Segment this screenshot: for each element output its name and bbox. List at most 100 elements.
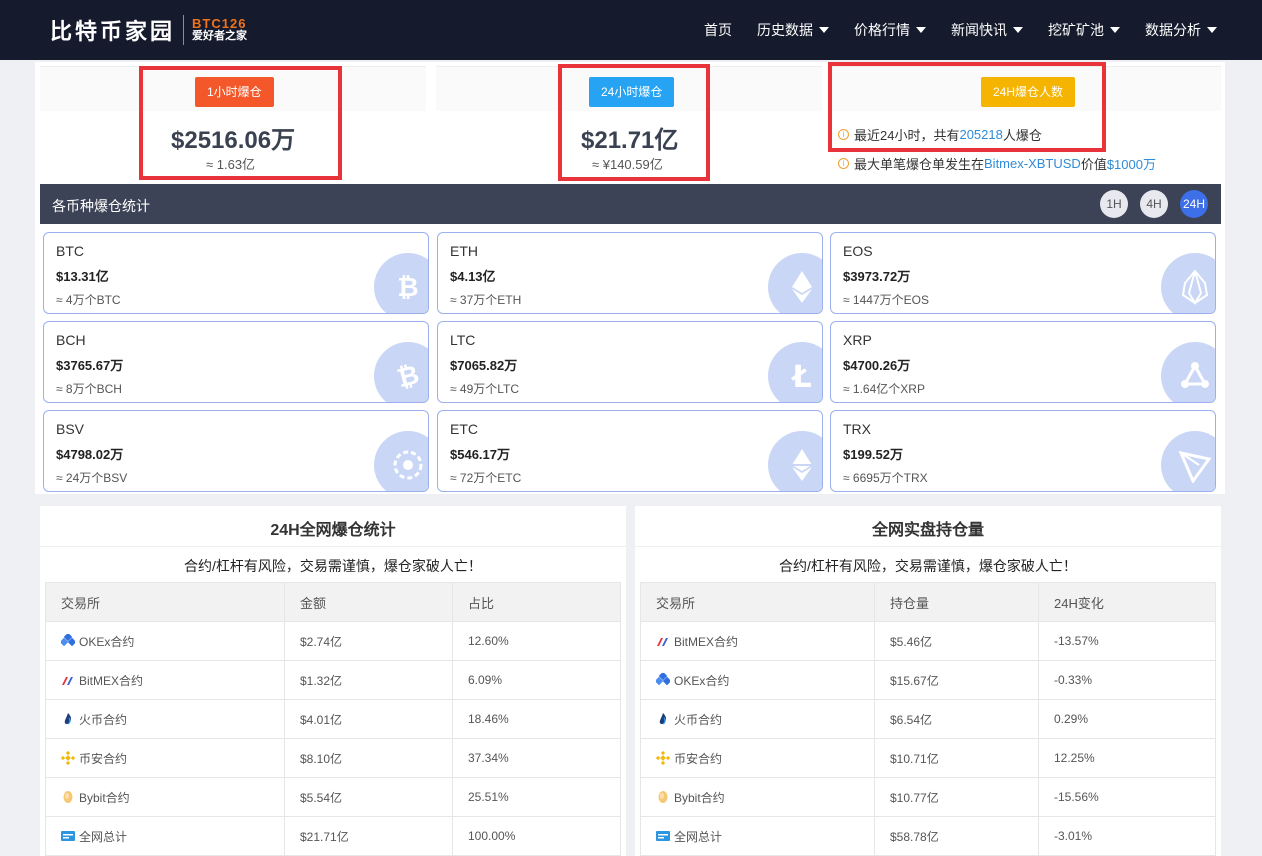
coin-amount: $3765.67万 [56, 358, 124, 373]
coin-sub: ≈ 8万个BCH [56, 382, 122, 396]
coin-card-btc[interactable]: BTC $13.31亿 ≈ 4万个BTC ₿ [43, 232, 429, 314]
table-row: 全网总计 $58.78亿 -3.01% [640, 816, 1216, 856]
bitcoin-cash-icon: ₿ [374, 342, 428, 402]
exchange-cell: 全网总计 [45, 816, 285, 856]
exchange-name: 全网总计 [674, 829, 723, 844]
exchange-link[interactable]: Bybit合约 [656, 789, 874, 806]
caret-down-icon [1110, 27, 1120, 33]
col-header: 交易所 [45, 582, 285, 622]
bitmex-icon [61, 673, 75, 687]
litecoin-icon: Ł [768, 342, 822, 402]
coin-amount: $546.17万 [450, 447, 510, 462]
coins-section-title: 各币种爆仓统计 [52, 198, 150, 214]
coin-amount: $7065.82万 [450, 358, 518, 373]
logo-tagline: 爱好者之家 [192, 30, 248, 42]
coin-name: BCH [56, 332, 86, 348]
coin-card-ltc[interactable]: LTC $7065.82万 ≈ 49万个LTC Ł [437, 321, 823, 403]
bsv-icon [374, 431, 428, 491]
bitcoin-icon: ₿ [374, 253, 428, 313]
binance-icon [656, 751, 670, 765]
huobi-icon [61, 712, 75, 726]
timeframe-4h-button[interactable]: 4H [1140, 190, 1168, 218]
exchange-link[interactable]: 币安合约 [61, 750, 284, 767]
bybit-icon [61, 790, 75, 804]
menu-item-news[interactable]: 新闻快讯 [951, 20, 1023, 40]
panel-divider [635, 546, 1221, 547]
coin-card-eth[interactable]: ETH $4.13亿 ≈ 37万个ETH [437, 232, 823, 314]
menu-label: 首页 [704, 22, 732, 38]
highlight-box [828, 62, 1106, 152]
table-row: 币安合约 $10.71亿 12.25% [640, 738, 1216, 778]
max-liquidation-exchange[interactable]: Bitmex-XBTUSD [984, 156, 1081, 171]
ratio-cell: 6.09% [452, 660, 621, 700]
logo-separator [183, 15, 185, 45]
amount-cell: $6.54亿 [874, 699, 1039, 739]
coin-name: LTC [450, 332, 476, 348]
menu-label: 数据分析 [1145, 22, 1201, 38]
coin-card-trx[interactable]: TRX $199.52万 ≈ 6695万个TRX [830, 410, 1216, 492]
site-logo[interactable]: 比特币家园 BTC126 爱好者之家 [50, 14, 247, 46]
coin-card-etc[interactable]: ETC $546.17万 ≈ 72万个ETC [437, 410, 823, 492]
table-row: 全网总计 $21.71亿 100.00% [45, 816, 621, 856]
exchange-name: 火币合约 [79, 712, 128, 727]
exchange-link[interactable]: 火币合约 [656, 711, 874, 728]
coin-name: BSV [56, 421, 85, 437]
logo-en-text: BTC126 [192, 16, 247, 31]
coin-card-bch[interactable]: BCH $3765.67万 ≈ 8万个BCH ₿ [43, 321, 429, 403]
coin-name: ETH [450, 243, 478, 259]
amount-cell: $58.78亿 [874, 816, 1039, 856]
exchange-cell: Bybit合约 [45, 777, 285, 817]
exchange-name: 币安合约 [674, 751, 723, 766]
exchange-link[interactable]: 火币合约 [61, 711, 284, 728]
binance-icon [61, 751, 75, 765]
tron-icon [1161, 431, 1215, 491]
timeframe-1h-button[interactable]: 1H [1100, 190, 1128, 218]
exchange-link[interactable]: BitMEX合约 [61, 672, 284, 689]
menu-item-analysis[interactable]: 数据分析 [1145, 20, 1217, 40]
exchange-name: OKEx合约 [674, 673, 730, 688]
table-row: 火币合约 $4.01亿 18.46% [45, 699, 621, 739]
coin-amount: $199.52万 [843, 447, 903, 462]
coin-card-eos[interactable]: EOS $3973.72万 ≈ 1447万个EOS [830, 232, 1216, 314]
exchange-link[interactable]: OKEx合约 [61, 633, 284, 650]
exchange-name: 火币合约 [674, 712, 723, 727]
ratio-cell: 12.60% [452, 621, 621, 661]
amount-cell: $15.67亿 [874, 660, 1039, 700]
col-header: 金额 [284, 582, 453, 622]
okex-icon [656, 673, 670, 687]
exchange-link[interactable]: 全网总计 [656, 828, 874, 845]
info-icon: i [838, 158, 849, 169]
ratio-cell: 18.46% [452, 699, 621, 739]
menu-item-history[interactable]: 历史数据 [757, 20, 829, 40]
exchange-link[interactable]: 全网总计 [61, 828, 284, 845]
change-cell: 12.25% [1038, 738, 1216, 778]
table-row: BitMEX合约 $5.46亿 -13.57% [640, 621, 1216, 661]
amount-cell: $1.32亿 [284, 660, 453, 700]
menu-item-home[interactable]: 首页 [704, 20, 732, 40]
col-header: 持仓量 [874, 582, 1039, 622]
coin-name: ETC [450, 421, 478, 437]
exchange-link[interactable]: Bybit合约 [61, 789, 284, 806]
exchange-name: OKEx合约 [79, 634, 135, 649]
caret-down-icon [819, 27, 829, 33]
timeframe-24h-button[interactable]: 24H [1180, 190, 1208, 218]
menu-item-mining[interactable]: 挖矿矿池 [1048, 20, 1120, 40]
table-row: BitMEX合约 $1.32亿 6.09% [45, 660, 621, 700]
change-cell: 0.29% [1038, 699, 1216, 739]
position-table: 交易所 持仓量 24H变化 BitMEX合约 $5.46亿 -13.57% OKEx合… [640, 582, 1216, 856]
coin-card-xrp[interactable]: XRP $4700.26万 ≈ 1.64亿个XRP [830, 321, 1216, 403]
exchange-name: BitMEX合约 [79, 673, 144, 688]
okex-icon [61, 634, 75, 648]
change-cell: -3.01% [1038, 816, 1216, 856]
coin-name: TRX [843, 421, 871, 437]
logo-cn-text: 比特币家园 [50, 19, 176, 44]
table-row: 币安合约 $8.10亿 37.34% [45, 738, 621, 778]
exchange-name: BitMEX合约 [674, 634, 739, 649]
coin-name: XRP [843, 332, 872, 348]
menu-item-prices[interactable]: 价格行情 [854, 20, 926, 40]
exchange-link[interactable]: OKEx合约 [656, 672, 874, 689]
coin-card-bsv[interactable]: BSV $4798.02万 ≈ 24万个BSV [43, 410, 429, 492]
exchange-link[interactable]: 币安合约 [656, 750, 874, 767]
exchange-link[interactable]: BitMEX合约 [656, 633, 874, 650]
exchange-cell: 全网总计 [640, 816, 875, 856]
